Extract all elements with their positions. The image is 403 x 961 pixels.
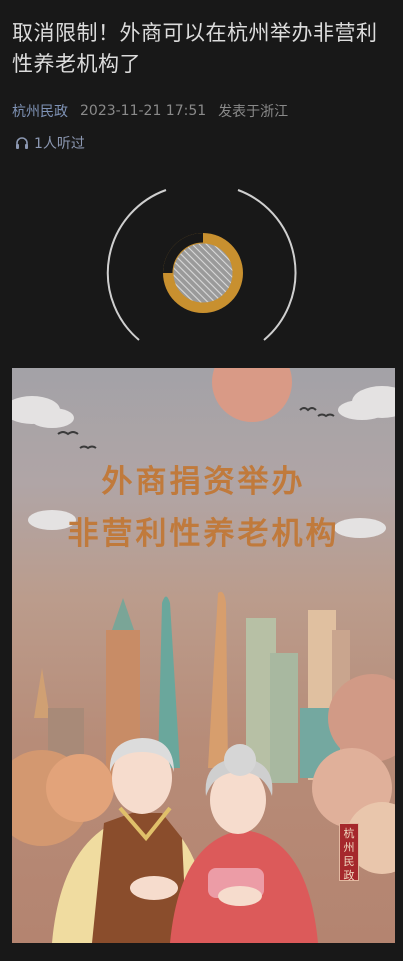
poster-illustration <box>12 368 395 943</box>
audio-progress-disc-icon[interactable] <box>163 233 243 313</box>
poster-image[interactable]: 外商捐资举办 非营利性养老机构 杭州民政 <box>12 368 395 943</box>
bottom-spacer <box>0 943 403 961</box>
article-meta: 杭州民政 2023-11-21 17:51 发表于浙江 <box>12 100 288 122</box>
article-title: 取消限制！外商可以在杭州举办非营利性养老机构了 <box>12 21 378 76</box>
author-link[interactable]: 杭州民政 <box>12 101 68 121</box>
publish-time: 2023-11-21 17:51 <box>80 103 207 119</box>
listen-count-row[interactable]: 1人听过 <box>14 132 85 154</box>
poster-title-line-1: 外商捐资举办 <box>101 464 306 500</box>
headphones-icon <box>16 137 28 149</box>
audio-player[interactable] <box>0 180 403 365</box>
seal-stamp: 杭州民政 <box>339 823 359 882</box>
listen-count: 1人听过 <box>34 136 85 152</box>
poster-title-line-2: 非营利性养老机构 <box>67 516 340 552</box>
publish-location: 发表于浙江 <box>218 104 289 120</box>
